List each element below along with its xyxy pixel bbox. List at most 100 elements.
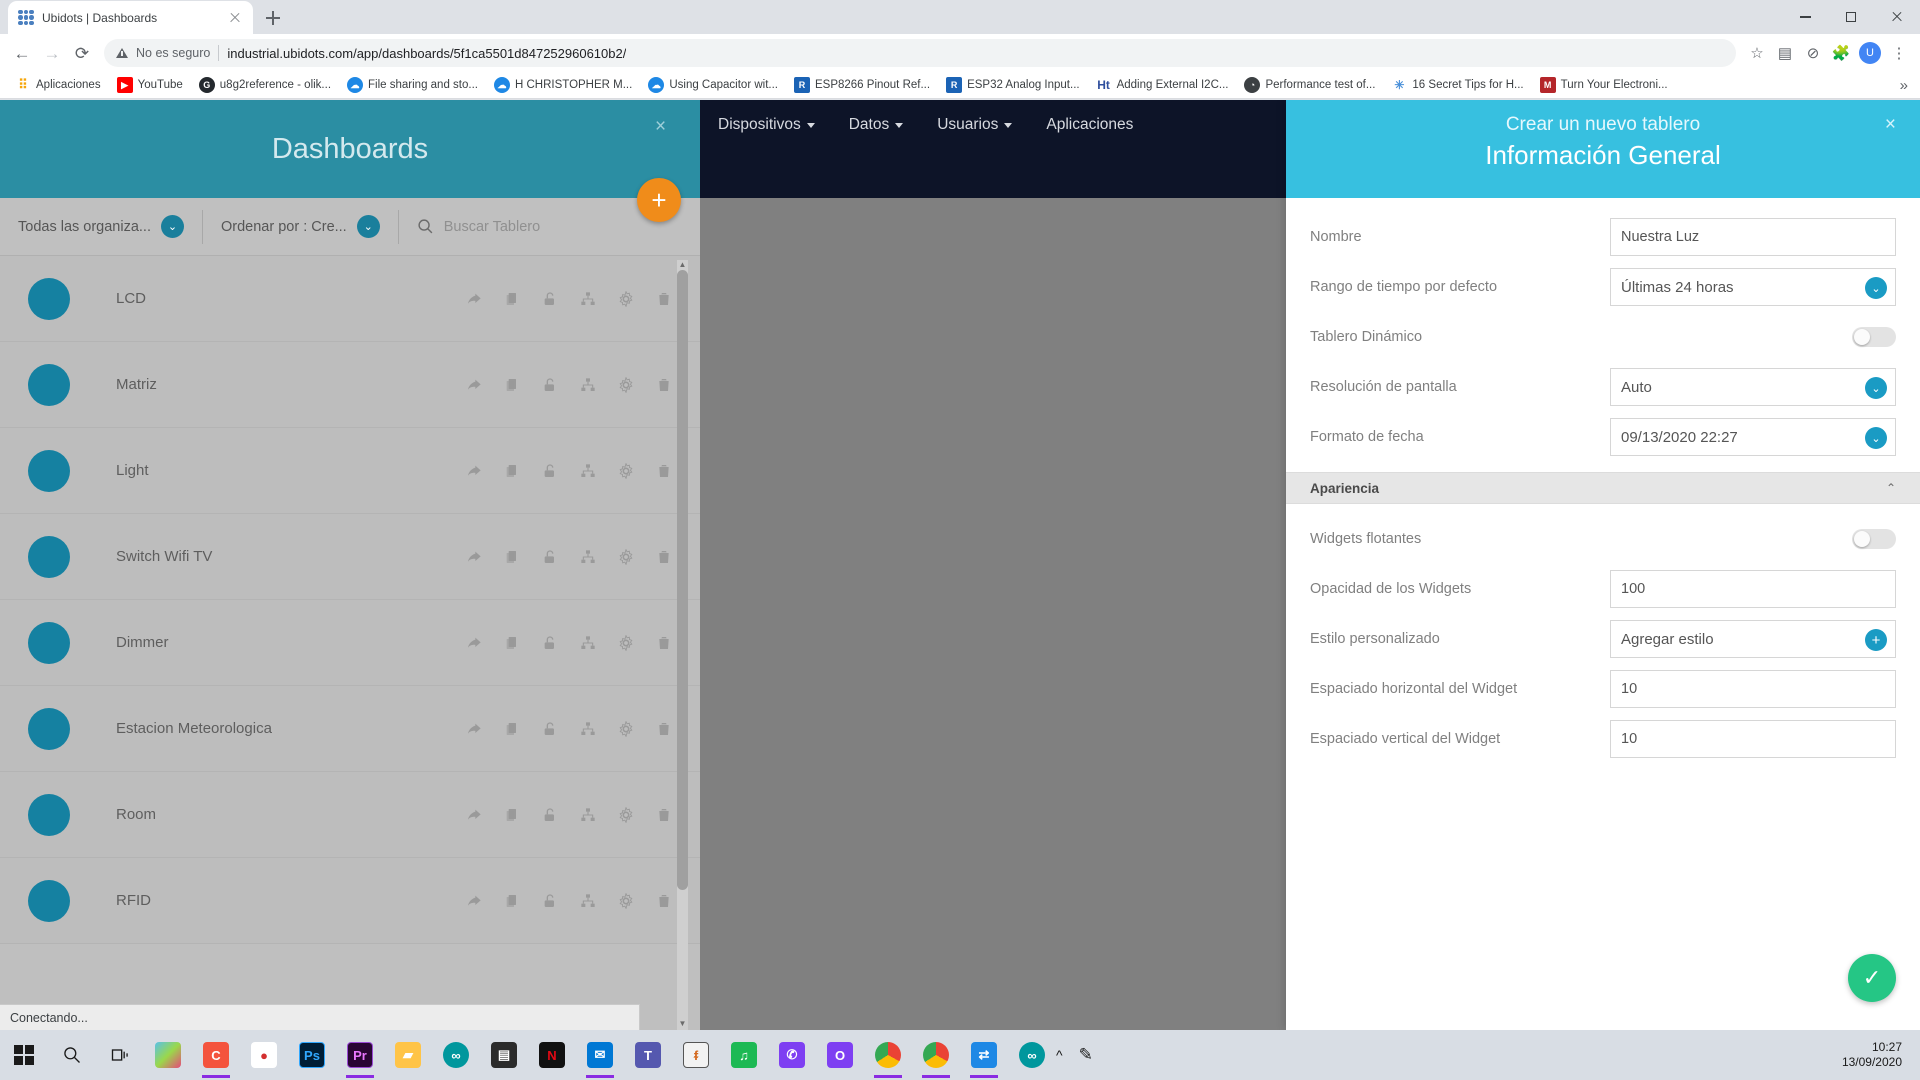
nav-item-aplicaciones[interactable]: Aplicaciones — [1046, 116, 1133, 134]
taskbar-clock[interactable]: 10:27 13/09/2020 — [1842, 1040, 1920, 1070]
agregar-estilo-button[interactable]: Agregar estilo + — [1610, 620, 1896, 658]
duplicate-icon[interactable] — [503, 462, 520, 479]
bookmark-item[interactable]: ◔ Performance test of... — [1237, 74, 1382, 96]
duplicate-icon[interactable] — [503, 892, 520, 909]
duplicate-icon[interactable] — [503, 290, 520, 307]
bookmark-item[interactable]: ☁ H CHRISTOPHER M... — [487, 74, 639, 96]
nombre-input[interactable] — [1610, 218, 1896, 256]
taskbar-app-c-app[interactable]: C — [192, 1030, 240, 1080]
nav-item-datos[interactable]: Datos — [849, 116, 904, 134]
hierarchy-icon[interactable] — [579, 720, 596, 737]
hierarchy-icon[interactable] — [579, 548, 596, 565]
share-icon[interactable] — [465, 376, 482, 393]
bookmarks-overflow-icon[interactable]: » — [1900, 77, 1912, 94]
taskbar-app-mail[interactable]: ✉ — [576, 1030, 624, 1080]
share-icon[interactable] — [465, 634, 482, 651]
trash-icon[interactable] — [655, 462, 672, 479]
opacidad-input[interactable] — [1610, 570, 1896, 608]
gear-icon[interactable] — [617, 462, 634, 479]
gear-icon[interactable] — [617, 376, 634, 393]
taskbar-app-fritzing[interactable]: ᵮ — [672, 1030, 720, 1080]
trash-icon[interactable] — [655, 806, 672, 823]
unlock-icon[interactable] — [541, 892, 558, 909]
taskbar-app-paint-3d[interactable] — [144, 1030, 192, 1080]
bookmark-item[interactable]: ✳ 16 Secret Tips for H... — [1384, 74, 1530, 96]
task-view-button[interactable] — [96, 1030, 144, 1080]
maximize-icon[interactable] — [1828, 1, 1874, 33]
trash-icon[interactable] — [655, 634, 672, 651]
chevron-down-icon[interactable]: ⌄ — [356, 215, 380, 238]
gear-icon[interactable] — [617, 892, 634, 909]
tray-expand-icon[interactable]: ^ — [1056, 1047, 1079, 1063]
hierarchy-icon[interactable] — [579, 376, 596, 393]
bookmark-item[interactable]: ⠿ Aplicaciones — [8, 74, 108, 96]
list-item[interactable]: LCD — [0, 256, 700, 342]
window-close-icon[interactable] — [1874, 1, 1920, 33]
trash-icon[interactable] — [655, 548, 672, 565]
list-item[interactable]: Estacion Meteorologica — [0, 686, 700, 772]
address-bar[interactable]: No es seguro industrial.ubidots.com/app/… — [104, 39, 1736, 67]
minimize-icon[interactable] — [1782, 1, 1828, 33]
taskbar-app-teams[interactable]: T — [624, 1030, 672, 1080]
chevron-up-icon[interactable]: ⌃ — [1886, 481, 1896, 495]
hierarchy-icon[interactable] — [579, 290, 596, 307]
chrome-menu-icon[interactable]: ⋮ — [1886, 40, 1912, 66]
unlock-icon[interactable] — [541, 806, 558, 823]
taskbar-app-arduino[interactable]: ∞ — [432, 1030, 480, 1080]
list-item[interactable]: RFID — [0, 858, 700, 944]
taskbar-app-arduino-2[interactable]: ∞ — [1008, 1030, 1056, 1080]
drawer-close-icon[interactable]: × — [655, 116, 666, 138]
gear-icon[interactable] — [617, 290, 634, 307]
chevron-down-icon[interactable]: ⌄ — [161, 215, 184, 238]
avatar[interactable]: U — [1859, 42, 1881, 64]
chevron-down-icon[interactable]: ⌄ — [1865, 427, 1887, 449]
taskbar-app-chrome-2[interactable] — [912, 1030, 960, 1080]
trash-icon[interactable] — [655, 892, 672, 909]
start-button[interactable] — [0, 1030, 48, 1080]
panel-close-icon[interactable]: × — [1885, 114, 1896, 136]
taskbar-app-whatsapp[interactable]: ✆ — [768, 1030, 816, 1080]
formato-fecha-select[interactable]: 09/13/2020 22:27 ⌄ — [1610, 418, 1896, 456]
taskbar-app-premiere[interactable]: Pr — [336, 1030, 384, 1080]
bookmark-item[interactable]: ☁ Using Capacitor wit... — [641, 74, 785, 96]
nav-item-dispositivos[interactable]: Dispositivos — [718, 116, 815, 134]
hierarchy-icon[interactable] — [579, 634, 596, 651]
taskbar-app-red-drop[interactable]: ● — [240, 1030, 288, 1080]
nav-item-usuarios[interactable]: Usuarios — [937, 116, 1013, 134]
trash-icon[interactable] — [655, 376, 672, 393]
bookmark-item[interactable]: ☁ File sharing and sto... — [340, 74, 485, 96]
taskbar-app-file-explorer[interactable]: ▰ — [384, 1030, 432, 1080]
unlock-icon[interactable] — [541, 720, 558, 737]
list-item[interactable]: Light — [0, 428, 700, 514]
block-icon[interactable]: ⊘ — [1800, 40, 1826, 66]
bookmark-star-icon[interactable]: ☆ — [1744, 40, 1770, 66]
sort-filter[interactable]: Ordenar por : Cre... ⌄ — [202, 209, 398, 244]
bookmark-item[interactable]: R ESP32 Analog Input... — [939, 74, 1087, 96]
pen-icon[interactable]: ✎ — [1079, 1045, 1107, 1065]
apariencia-section-header[interactable]: Apariencia ⌃ — [1286, 472, 1920, 504]
search-input[interactable] — [443, 218, 624, 235]
list-item[interactable]: Dimmer — [0, 600, 700, 686]
hierarchy-icon[interactable] — [579, 806, 596, 823]
taskbar-search-button[interactable] — [48, 1030, 96, 1080]
media-cast-icon[interactable]: ▤ — [1772, 40, 1798, 66]
share-icon[interactable] — [465, 720, 482, 737]
hierarchy-icon[interactable] — [579, 892, 596, 909]
share-icon[interactable] — [465, 462, 482, 479]
unlock-icon[interactable] — [541, 548, 558, 565]
tablero-dinamico-toggle[interactable] — [1852, 327, 1896, 347]
taskbar-app-teamviewer[interactable]: ⇄ — [960, 1030, 1008, 1080]
chevron-down-icon[interactable]: ⌄ — [1865, 277, 1887, 299]
back-icon[interactable]: ← — [8, 39, 36, 67]
resolucion-select[interactable]: Auto ⌄ — [1610, 368, 1896, 406]
drawer-scrollbar[interactable]: ▲ ▼ — [677, 260, 688, 1030]
taskbar-app-netflix[interactable]: N — [528, 1030, 576, 1080]
unlock-icon[interactable] — [541, 290, 558, 307]
widgets-flotantes-toggle[interactable] — [1852, 529, 1896, 549]
taskbar-app-spotify[interactable]: ♫ — [720, 1030, 768, 1080]
hierarchy-icon[interactable] — [579, 462, 596, 479]
taskbar-app-photoshop[interactable]: Ps — [288, 1030, 336, 1080]
chevron-down-icon[interactable]: ⌄ — [1865, 377, 1887, 399]
close-icon[interactable] — [227, 10, 243, 26]
new-tab-button[interactable] — [259, 4, 287, 32]
